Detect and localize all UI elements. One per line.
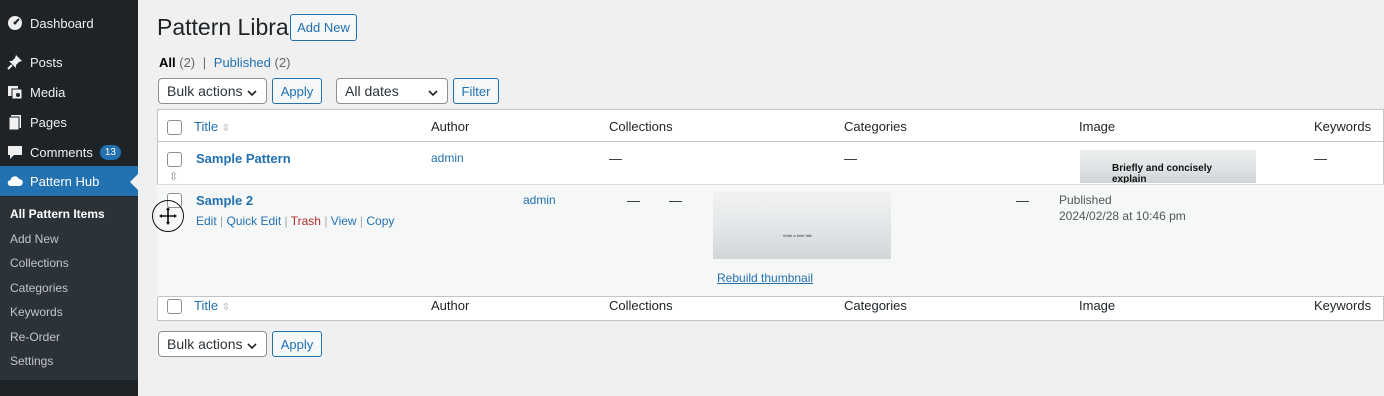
view-filters: All (2) | Published (2) (159, 55, 290, 70)
column-author-footer: Author (431, 298, 470, 313)
menu-media-label: Media (30, 84, 66, 100)
copy-link[interactable]: Copy (366, 214, 394, 228)
row-categories: — (844, 151, 857, 166)
row-collections: — (627, 193, 640, 208)
column-collections-footer: Collections (609, 298, 673, 313)
submenu-re-order[interactable]: Re-Order (10, 330, 60, 344)
apply-button[interactable]: Apply (272, 78, 322, 104)
row-keywords: — (1016, 193, 1029, 208)
menu-comments[interactable]: Comments 13 (0, 137, 138, 167)
view-published-count: (2) (274, 55, 291, 70)
chevron-down-icon (427, 86, 439, 102)
apply-button-bottom[interactable]: Apply (272, 331, 322, 357)
column-title-label: Title (194, 298, 219, 313)
submenu-all-pattern-items[interactable]: All Pattern Items (10, 207, 105, 221)
view-separator: | (202, 55, 207, 70)
row-actions: Edit | Quick Edit | Trash | View | Copy (196, 214, 395, 228)
page-title: Pattern Library (157, 14, 308, 40)
submenu-categories[interactable]: Categories (10, 281, 68, 295)
view-published-link[interactable]: Published (214, 55, 271, 70)
cloud-icon (0, 173, 30, 189)
view-all-count: (2) (179, 55, 196, 70)
view-link[interactable]: View (331, 214, 357, 228)
pattern-thumbnail: Briefly and concisely explain (1080, 150, 1256, 183)
menu-pattern-hub-label: Pattern Hub (30, 173, 100, 189)
column-author-header: Author (431, 119, 470, 134)
row-categories: — (669, 193, 682, 208)
menu-pages-label: Pages (30, 114, 67, 130)
submenu-collections[interactable]: Collections (10, 256, 69, 270)
column-categories-header: Categories (844, 119, 907, 134)
trash-link[interactable]: Trash (291, 214, 321, 228)
menu-comments-label: Comments (30, 144, 93, 160)
drag-handle-icon[interactable]: ⇳ (169, 170, 178, 183)
row-collections: — (609, 151, 622, 166)
comment-icon (0, 144, 30, 160)
active-menu-arrow (130, 174, 138, 190)
column-title-footer[interactable]: Title ⇳ (194, 298, 230, 313)
submenu-keywords[interactable]: Keywords (10, 305, 63, 319)
header-divider (158, 141, 1384, 142)
column-categories-footer: Categories (844, 298, 907, 313)
edit-link[interactable]: Edit (196, 214, 217, 228)
sort-icon: ⇳ (221, 123, 231, 134)
submenu-settings[interactable]: Settings (10, 354, 53, 368)
pattern-thumbnail: Write a brief title (713, 191, 891, 259)
thumbnail-text: Write a brief title (783, 233, 812, 238)
media-icon (0, 84, 30, 100)
row-title-link[interactable]: Sample 2 (196, 193, 253, 208)
pin-icon (0, 54, 30, 70)
bulk-actions-value: Bulk actions (167, 336, 243, 352)
view-all-label[interactable]: All (159, 55, 176, 70)
column-image-footer: Image (1079, 298, 1116, 313)
bulk-actions-select-bottom[interactable]: Bulk actions (158, 331, 267, 357)
menu-posts-label: Posts (30, 54, 63, 70)
row-checkbox[interactable] (167, 152, 182, 167)
row-author-link[interactable]: admin (523, 193, 556, 207)
footer-divider (158, 296, 1384, 297)
row-author-link[interactable]: admin (431, 151, 464, 165)
row-status: Published (1059, 193, 1112, 207)
filter-button[interactable]: Filter (453, 78, 499, 104)
column-image-header: Image (1079, 119, 1116, 134)
row-title-link[interactable]: Sample Pattern (196, 151, 291, 166)
rebuild-thumbnail-link[interactable]: Rebuild thumbnail (717, 271, 813, 285)
column-keywords-footer: Keywords (1314, 298, 1372, 313)
select-all-checkbox[interactable] (167, 120, 182, 135)
pages-icon (0, 114, 30, 130)
chevron-down-icon (246, 86, 258, 102)
pattern-hub-submenu: All Pattern Items Add New Collections Ca… (0, 197, 138, 380)
menu-posts[interactable]: Posts (0, 47, 138, 77)
submenu-add-new[interactable]: Add New (10, 232, 59, 246)
menu-media[interactable]: Media (0, 77, 138, 107)
column-collections-header: Collections (609, 119, 673, 134)
menu-dashboard-label: Dashboard (30, 15, 94, 31)
comments-count-badge: 13 (99, 144, 121, 160)
add-new-button[interactable]: Add New (290, 14, 357, 41)
bulk-actions-value: Bulk actions (167, 83, 243, 99)
chevron-down-icon (246, 339, 258, 355)
dates-value: All dates (345, 83, 399, 99)
sort-icon: ⇳ (221, 302, 231, 313)
menu-dashboard[interactable]: Dashboard (0, 8, 138, 38)
dates-select[interactable]: All dates (336, 78, 448, 104)
menu-pattern-hub[interactable]: Pattern Hub (0, 166, 138, 196)
dashboard-icon (0, 15, 30, 31)
thumbnail-text: Briefly and concisely explain (1112, 163, 1213, 183)
move-cursor-icon (152, 200, 184, 232)
admin-sidebar: Dashboard Posts Media Pages Comments 13 … (0, 0, 138, 396)
row-date: 2024/02/28 at 10:46 pm (1059, 209, 1186, 223)
row-keywords: — (1314, 151, 1327, 166)
bulk-actions-select[interactable]: Bulk actions (158, 78, 267, 104)
column-title-header[interactable]: Title ⇳ (194, 119, 230, 134)
quick-edit-link[interactable]: Quick Edit (226, 214, 281, 228)
menu-pages[interactable]: Pages (0, 107, 138, 137)
select-all-checkbox-footer[interactable] (167, 299, 182, 314)
column-keywords-header: Keywords (1314, 119, 1372, 134)
column-title-label: Title (194, 119, 219, 134)
